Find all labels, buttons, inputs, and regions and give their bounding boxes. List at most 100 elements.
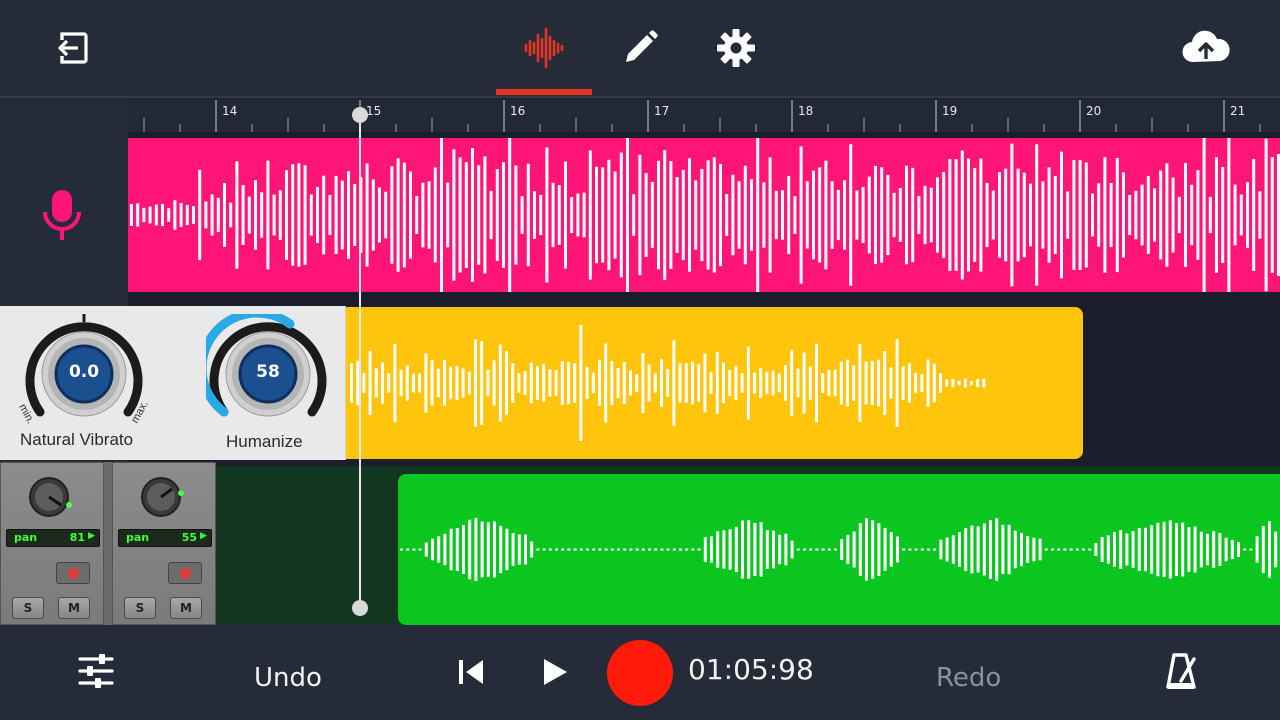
tab-recording[interactable] [518, 22, 570, 74]
waveform-bar [1088, 548, 1092, 551]
waveform-bar [1075, 548, 1079, 551]
waveform-bar [1252, 159, 1256, 271]
waveform-bar [784, 365, 787, 401]
solo-button[interactable]: S [124, 597, 156, 619]
waveform-bar [542, 548, 546, 551]
play-icon [544, 659, 567, 685]
playhead-handle-bottom[interactable] [352, 600, 368, 616]
waveform-bar [241, 185, 245, 245]
waveform-bar [610, 548, 614, 551]
record-arm-button[interactable] [168, 562, 202, 584]
waveform-bar [1264, 138, 1268, 292]
waveform-bar [765, 371, 769, 395]
waveform-bar [1134, 190, 1138, 240]
waveform-bar [858, 523, 862, 576]
waveform-bar [161, 203, 164, 227]
waveform-bar [1237, 541, 1240, 558]
playhead-handle-top[interactable] [352, 107, 368, 123]
play-button[interactable] [540, 657, 570, 691]
waveform-bar [474, 339, 477, 427]
pan-display: pan 55 ▶ [118, 529, 212, 547]
timeline-ruler[interactable]: 14 15 16 17 18 19 20 21 [128, 96, 1280, 132]
undo-button[interactable]: Undo [254, 663, 322, 693]
waveform-bar [1159, 170, 1163, 260]
record-arm-button[interactable] [56, 562, 90, 584]
track-header-vocal[interactable] [0, 96, 128, 306]
waveform-bar [1249, 548, 1253, 551]
waveform-bar [998, 172, 1001, 258]
record-button[interactable] [607, 640, 673, 706]
waveform-bar [1177, 196, 1181, 234]
waveform-bar [933, 548, 937, 551]
pan-value: 81 [69, 531, 85, 544]
waveform-bar [796, 368, 800, 398]
waveform-bar [173, 200, 177, 230]
waveform-bar [957, 380, 961, 386]
skip-back-button[interactable] [456, 657, 486, 691]
waveform-bar [607, 159, 611, 271]
waveform-bar [471, 148, 474, 282]
mute-button[interactable]: M [170, 597, 202, 619]
waveform-bar [592, 548, 596, 551]
waveform-bar [1175, 523, 1178, 576]
pan-knob[interactable] [139, 475, 187, 519]
waveform-bar [1196, 170, 1200, 260]
waveform-bar [648, 548, 651, 551]
audio-clip-yellow[interactable] [346, 307, 1083, 459]
solo-button[interactable]: S [12, 597, 44, 619]
waveform-bar [1119, 530, 1123, 569]
waveform-bar [446, 182, 450, 248]
waveform-bar [406, 548, 410, 551]
waveform-bar [939, 373, 942, 393]
natural-vibrato-knob[interactable]: 0.0 min. max. [16, 312, 151, 434]
waveform-bar [477, 165, 481, 265]
waveform-bar [529, 362, 533, 404]
waveform-bar [1128, 194, 1132, 236]
waveform-bar [303, 165, 307, 265]
playhead[interactable] [359, 114, 361, 608]
waveform-bar [1181, 522, 1185, 577]
waveform-bar [1239, 194, 1243, 236]
waveform-bar [1013, 530, 1017, 569]
waveform-bar [762, 182, 766, 248]
waveform-bar [424, 353, 428, 413]
waveform-bar [480, 341, 484, 425]
waveform-bar [709, 371, 713, 395]
waveform-bar [985, 182, 989, 248]
waveform-bar [548, 548, 552, 551]
waveform-bar [796, 548, 800, 551]
metronome-button[interactable] [1164, 651, 1200, 695]
upload-button[interactable] [1180, 22, 1232, 74]
exit-button[interactable] [46, 22, 98, 74]
waveform-bar [561, 548, 565, 551]
pan-knob[interactable] [27, 475, 75, 519]
waveform-bar [508, 138, 512, 292]
mute-button[interactable]: M [58, 597, 90, 619]
waveform-bar [697, 548, 701, 551]
waveform-bar [932, 363, 936, 403]
waveform-bar [799, 146, 803, 284]
humanize-knob[interactable]: 58 [197, 308, 330, 434]
waveform-bar [579, 548, 583, 551]
waveform-bar [384, 191, 388, 239]
waveform-bar [1004, 168, 1008, 262]
waveform-bar [703, 353, 707, 413]
tab-edit[interactable] [614, 22, 666, 74]
waveform-bar [148, 206, 152, 224]
waveform-bar [970, 380, 973, 386]
waveform-bar [390, 166, 394, 264]
waveform-bar [1103, 157, 1107, 273]
redo-button[interactable]: Redo [936, 663, 1001, 693]
waveform-bar [629, 548, 633, 551]
waveform-bar [815, 343, 818, 423]
mixer-button[interactable] [76, 651, 116, 695]
waveform-bar [585, 367, 589, 399]
tab-settings[interactable] [710, 22, 762, 74]
audio-clip-green[interactable] [398, 474, 1280, 625]
audio-clip-vocal[interactable] [128, 138, 1280, 292]
waveform-bar [936, 177, 939, 253]
waveform-bar [843, 180, 846, 250]
waveform-bar [443, 360, 446, 406]
waveform-bar [771, 370, 775, 396]
waveform-bar [1001, 524, 1005, 575]
